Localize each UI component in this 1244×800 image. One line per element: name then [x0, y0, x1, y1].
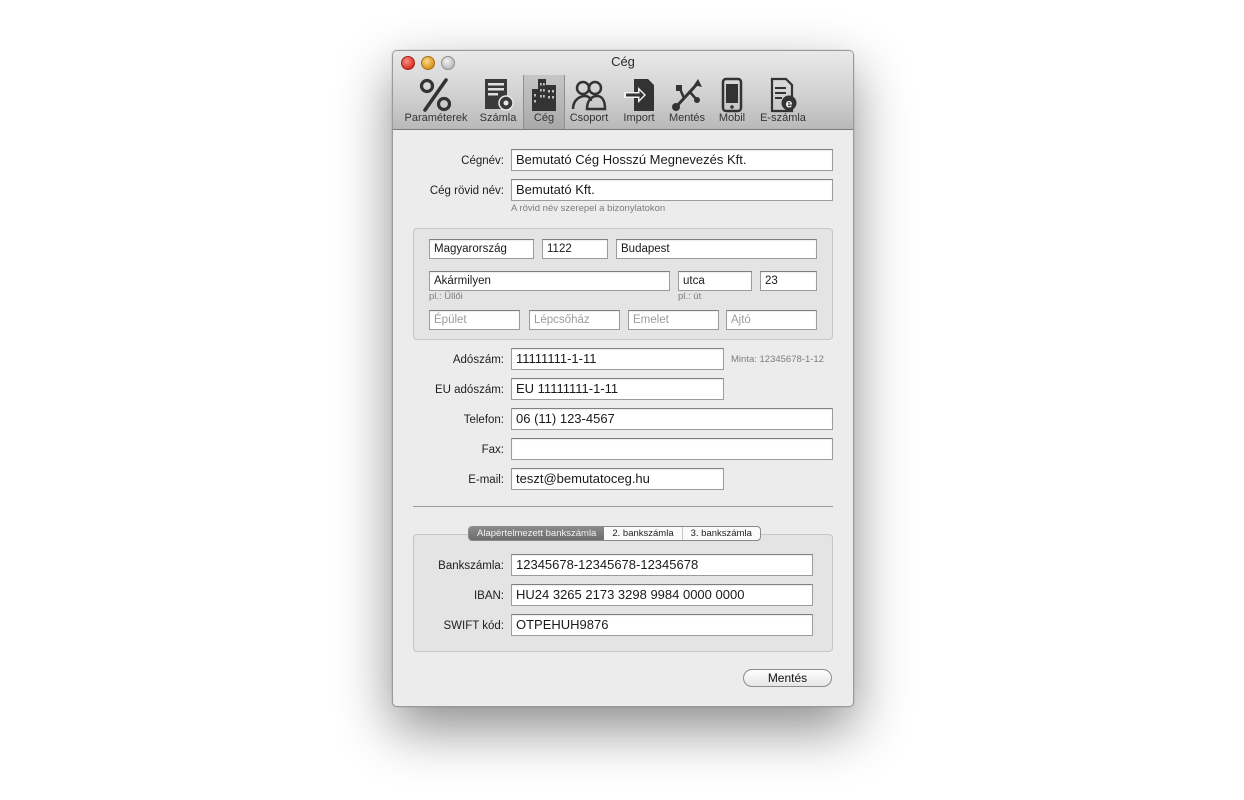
tab-label: Mobil: [718, 112, 746, 124]
staircase-input[interactable]: Lépcsőház: [529, 310, 620, 330]
tab-label: Számla: [479, 112, 517, 124]
tab-bank-account-2[interactable]: 2. bankszámla: [604, 527, 681, 540]
tab-bank-account-3[interactable]: 3. bankszámla: [681, 527, 760, 540]
save-button[interactable]: Mentés: [743, 669, 832, 687]
window-title: Cég: [611, 54, 635, 69]
company-name-input[interactable]: Bemutató Cég Hosszú Megnevezés Kft.: [511, 149, 833, 171]
tab-szamla[interactable]: Számla: [477, 75, 519, 129]
tab-label: Csoport: [569, 112, 609, 124]
eu-tax-number-input[interactable]: EU 11111111-1-11: [511, 378, 724, 400]
tab-default-bank-account[interactable]: Alapértelmezett bankszámla: [469, 527, 605, 540]
swift-label: SWIFT kód:: [443, 620, 505, 632]
invoice-settings-icon: [477, 77, 519, 113]
swift-input[interactable]: OTPEHUH9876: [511, 614, 813, 636]
svg-text:e: e: [786, 97, 793, 111]
bank-account-label: Bankszámla:: [438, 560, 504, 572]
preferences-window: Cég Paraméterek Számla Cég Csoport Impor…: [392, 50, 854, 707]
phone-label: Telefon:: [463, 414, 504, 426]
usb-icon: [667, 77, 707, 113]
tax-number-input[interactable]: 11111111-1-11: [511, 348, 724, 370]
tab-e-szamla[interactable]: e E-számla: [760, 75, 806, 129]
import-icon: [619, 77, 659, 113]
door-input[interactable]: Ajtó: [726, 310, 817, 330]
tax-number-label: Adószám:: [452, 354, 504, 366]
tab-parameterek[interactable]: Paraméterek: [401, 75, 471, 129]
section-divider: [413, 506, 833, 507]
eu-tax-number-label: EU adószám:: [434, 384, 504, 396]
short-name-input[interactable]: Bemutató Kft.: [511, 179, 833, 201]
fax-input[interactable]: [511, 438, 833, 460]
building-icon: [524, 77, 564, 113]
tab-label: Mentés: [668, 112, 706, 124]
company-name-label: Cégnév:: [461, 155, 504, 167]
tax-number-hint: Minta: 12345678-1-12: [731, 354, 824, 365]
tab-label: Import: [623, 112, 655, 124]
tab-label: Paraméterek: [404, 112, 468, 124]
street-hint: pl.: Üllői: [429, 291, 463, 302]
tab-mentes[interactable]: Mentés: [667, 75, 707, 129]
email-label: E-mail:: [468, 474, 504, 486]
tab-ceg[interactable]: Cég: [523, 75, 565, 129]
preferences-toolbar: Paraméterek Számla Cég Csoport Import Me…: [393, 75, 853, 129]
email-input[interactable]: teszt@bemutatoceg.hu: [511, 468, 724, 490]
building-input[interactable]: Épület: [429, 310, 520, 330]
city-input[interactable]: Budapest: [616, 239, 817, 259]
bank-account-input[interactable]: 12345678-12345678-12345678: [511, 554, 813, 576]
street-type-input[interactable]: utca: [678, 271, 752, 291]
bank-account-tabs: Alapértelmezett bankszámla 2. bankszámla…: [468, 526, 761, 541]
tab-label: E-számla: [760, 112, 806, 124]
tab-csoport[interactable]: Csoport: [567, 75, 611, 129]
title-bar: Cég Paraméterek Számla Cég Csoport Impor…: [393, 51, 853, 130]
zip-input[interactable]: 1122: [542, 239, 608, 259]
short-name-hint: A rövid név szerepel a bizonylatokon: [511, 203, 666, 214]
short-name-label: Cég rövid név:: [429, 185, 504, 197]
percent-icon: [401, 77, 471, 113]
mobile-icon: [715, 77, 749, 113]
iban-input[interactable]: HU24 3265 2173 3298 9984 0000 0000: [511, 584, 813, 606]
phone-input[interactable]: 06 (11) 123-4567: [511, 408, 833, 430]
group-icon: [567, 77, 611, 113]
fax-label: Fax:: [481, 444, 504, 456]
iban-label: IBAN:: [473, 590, 504, 602]
street-type-hint: pl.: út: [678, 291, 702, 302]
country-input[interactable]: Magyarország: [429, 239, 534, 259]
street-input[interactable]: Akármilyen: [429, 271, 670, 291]
e-invoice-icon: e: [763, 77, 803, 113]
tab-mobil[interactable]: Mobil: [715, 75, 749, 129]
floor-input[interactable]: Emelet: [628, 310, 719, 330]
house-number-input[interactable]: 23: [760, 271, 817, 291]
tab-import[interactable]: Import: [619, 75, 659, 129]
